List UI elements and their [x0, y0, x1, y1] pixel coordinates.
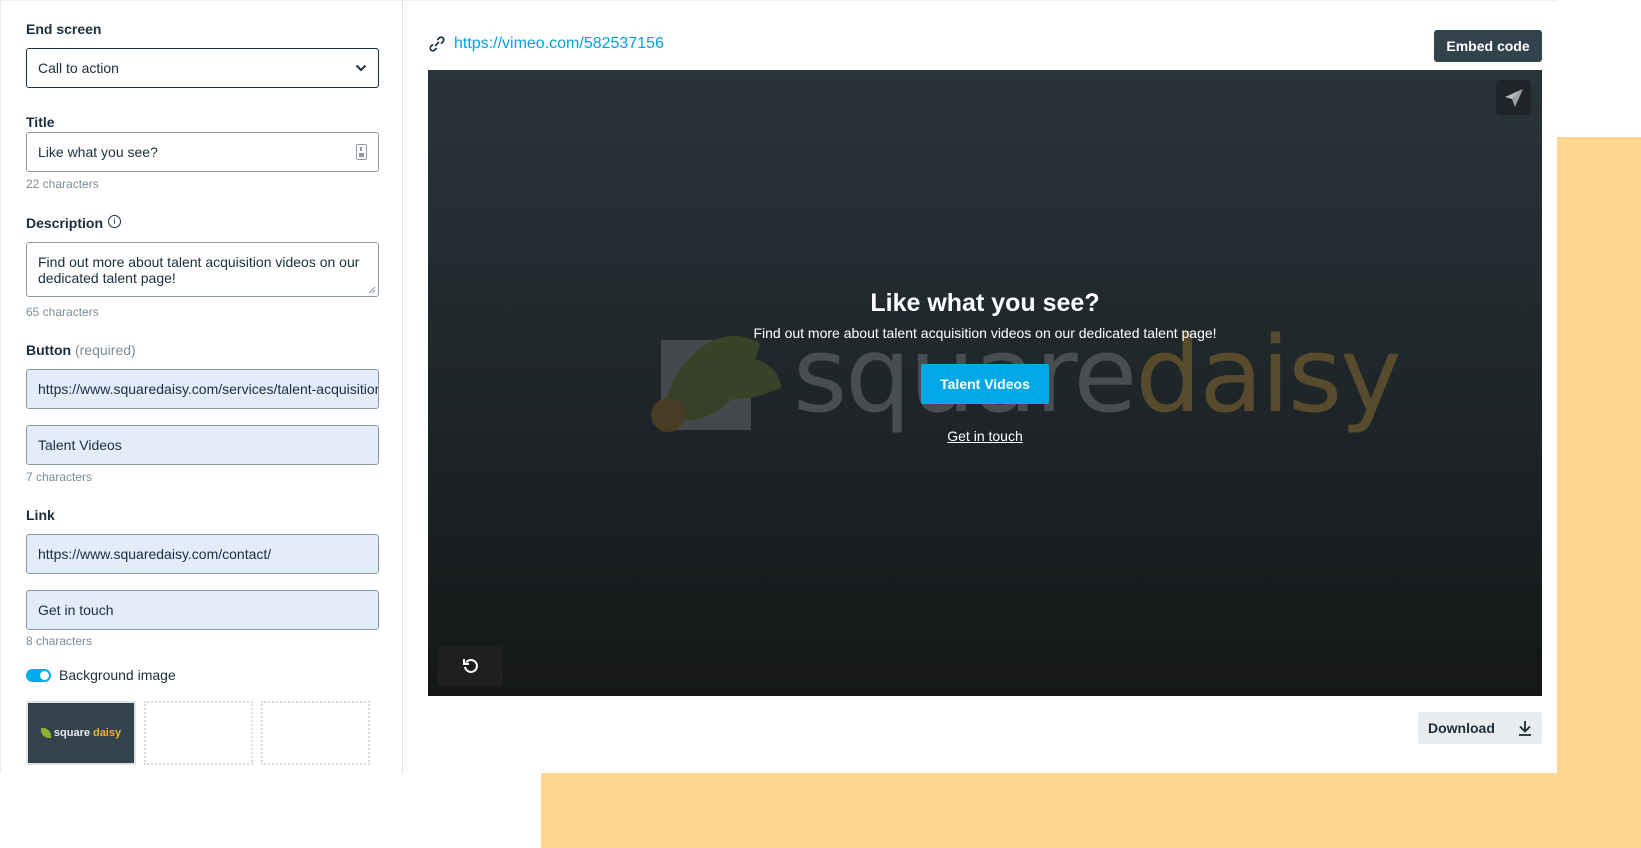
link-character-count: 8 characters: [26, 634, 93, 648]
link-text-input[interactable]: Get in touch: [26, 590, 379, 630]
link-url-value: https://www.squaredaisy.com/contact/: [38, 546, 272, 562]
download-button[interactable]: Download: [1418, 712, 1542, 744]
link-url-input[interactable]: https://www.squaredaisy.com/contact/: [26, 534, 379, 574]
description-textarea-value: Find out more about talent acquisition v…: [38, 254, 360, 286]
link-icon: [429, 36, 445, 52]
end-screen-overlay: Like what you see? Find out more about t…: [428, 288, 1542, 444]
title-input[interactable]: Like what you see?: [26, 132, 379, 172]
button-url-input[interactable]: https://www.squaredaisy.com/services/tal…: [26, 369, 379, 409]
description-character-count: 65 characters: [26, 305, 99, 319]
title-character-count: 22 characters: [26, 177, 99, 191]
contact-card-icon[interactable]: [356, 144, 367, 160]
required-note: (required): [74, 342, 136, 358]
video-url-link[interactable]: https://vimeo.com/582537156: [454, 35, 664, 53]
end-screen-select[interactable]: Call to action: [26, 48, 379, 88]
embed-code-button[interactable]: Embed code: [1434, 30, 1542, 62]
squaredaisy-logo: square daisy: [40, 727, 122, 739]
background-image-toggle[interactable]: [26, 668, 51, 682]
info-icon[interactable]: i: [108, 215, 122, 228]
button-label-text: Button: [26, 342, 72, 358]
link-label: Link: [26, 507, 55, 523]
resize-grip-icon[interactable]: [368, 286, 376, 294]
share-button[interactable]: [1496, 80, 1531, 115]
preview-cta-button[interactable]: Talent Videos: [921, 364, 1049, 404]
leaf-icon: [40, 728, 51, 738]
background-block-right: [1557, 137, 1641, 848]
background-thumbnail-empty[interactable]: [144, 701, 253, 765]
background-block-bottom: [541, 773, 1641, 848]
end-screen-editor: End screen Call to action Title Like wha…: [0, 0, 1557, 774]
logo-text-square: square: [53, 727, 90, 739]
background-image-label: Background image: [59, 667, 176, 683]
description-label-text: Description: [26, 215, 104, 231]
download-icon: [1519, 721, 1531, 736]
video-link-row: https://vimeo.com/582537156: [428, 35, 664, 53]
title-input-value: Like what you see?: [38, 144, 158, 160]
button-text-value: Talent Videos: [38, 437, 122, 453]
chevron-down-icon: [355, 64, 367, 72]
end-screen-select-value: Call to action: [38, 60, 119, 76]
preview-title: Like what you see?: [870, 289, 1100, 317]
preview-description: Find out more about talent acquisition v…: [753, 325, 1217, 341]
paper-plane-icon: [1504, 88, 1523, 107]
description-textarea[interactable]: Find out more about talent acquisition v…: [26, 242, 379, 297]
download-label: Download: [1428, 720, 1495, 736]
background-image-row: Background image: [26, 667, 176, 683]
button-url-value: https://www.squaredaisy.com/services/tal…: [38, 381, 379, 397]
title-label: Title: [26, 114, 55, 130]
description-label: Description i: [26, 215, 122, 231]
settings-sidebar: End screen Call to action Title Like wha…: [1, 1, 403, 774]
link-text-value: Get in touch: [38, 602, 114, 618]
replay-icon: [462, 658, 478, 673]
logo-text-daisy: daisy: [92, 727, 122, 739]
button-character-count: 7 characters: [26, 470, 93, 484]
video-preview: squaredaisy Like what you see? Find out …: [428, 70, 1542, 696]
button-text-input[interactable]: Talent Videos: [26, 425, 379, 465]
preview-link[interactable]: Get in touch: [947, 428, 1023, 444]
button-label: Button (required): [26, 342, 136, 358]
background-thumbnail-empty[interactable]: [261, 701, 370, 765]
replay-button[interactable]: [438, 646, 503, 686]
end-screen-label: End screen: [26, 21, 102, 37]
background-thumbnail-selected[interactable]: square daisy: [26, 701, 136, 765]
